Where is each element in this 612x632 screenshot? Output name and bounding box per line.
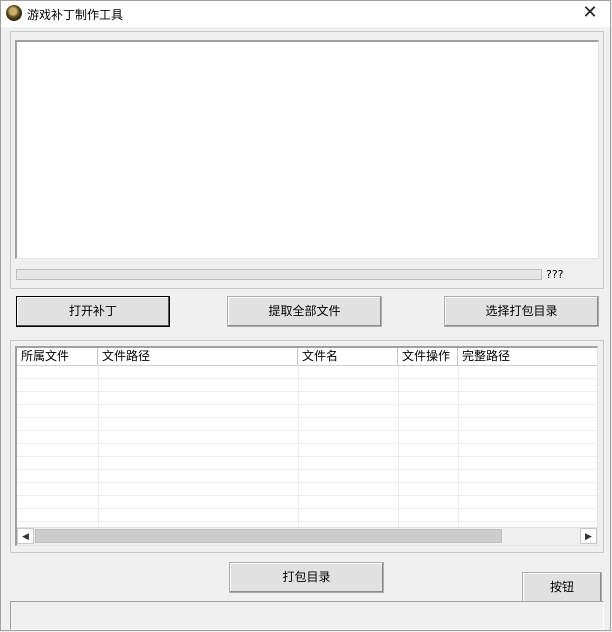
- title-bar[interactable]: 游戏补丁制作工具 ✕: [1, 1, 610, 27]
- file-list[interactable]: 所属文件 文件路径 文件名 文件操作 完整路径 ◀ ▶: [15, 346, 598, 546]
- column-header-owner-file[interactable]: 所属文件: [17, 348, 98, 365]
- column-header-file-path[interactable]: 文件路径: [98, 348, 298, 365]
- scroll-right-icon[interactable]: ▶: [580, 528, 597, 544]
- open-patch-button[interactable]: 打开补丁: [16, 296, 170, 327]
- status-bar: [10, 601, 604, 630]
- horizontal-scrollbar[interactable]: ◀ ▶: [17, 527, 597, 545]
- column-divider: [98, 366, 99, 531]
- window-title: 游戏补丁制作工具: [27, 8, 124, 22]
- column-header-file-operation[interactable]: 文件操作: [398, 348, 458, 365]
- extract-all-files-button[interactable]: 提取全部文件: [227, 296, 382, 327]
- column-header-full-path[interactable]: 完整路径: [458, 348, 597, 365]
- app-window: 游戏补丁制作工具 ✕ ??? 打开补丁 提取全部文件 选择打包目录 所属文件 文…: [0, 0, 611, 631]
- column-divider: [458, 366, 459, 531]
- column-divider: [298, 366, 299, 531]
- progress-label: ???: [546, 268, 564, 281]
- close-button[interactable]: ✕: [570, 1, 610, 27]
- scrollbar-thumb[interactable]: [35, 529, 502, 543]
- log-text-area[interactable]: [15, 40, 599, 259]
- progress-bar: [16, 269, 542, 280]
- file-list-rows: [17, 366, 597, 531]
- column-header-file-name[interactable]: 文件名: [298, 348, 398, 365]
- column-divider: [398, 366, 399, 531]
- app-icon: [6, 5, 22, 21]
- pack-directory-button[interactable]: 打包目录: [229, 562, 384, 593]
- file-list-header: 所属文件 文件路径 文件名 文件操作 完整路径: [17, 348, 597, 366]
- scroll-left-icon[interactable]: ◀: [17, 528, 34, 544]
- generic-button[interactable]: 按钮: [522, 572, 602, 603]
- select-pack-directory-button[interactable]: 选择打包目录: [444, 296, 599, 327]
